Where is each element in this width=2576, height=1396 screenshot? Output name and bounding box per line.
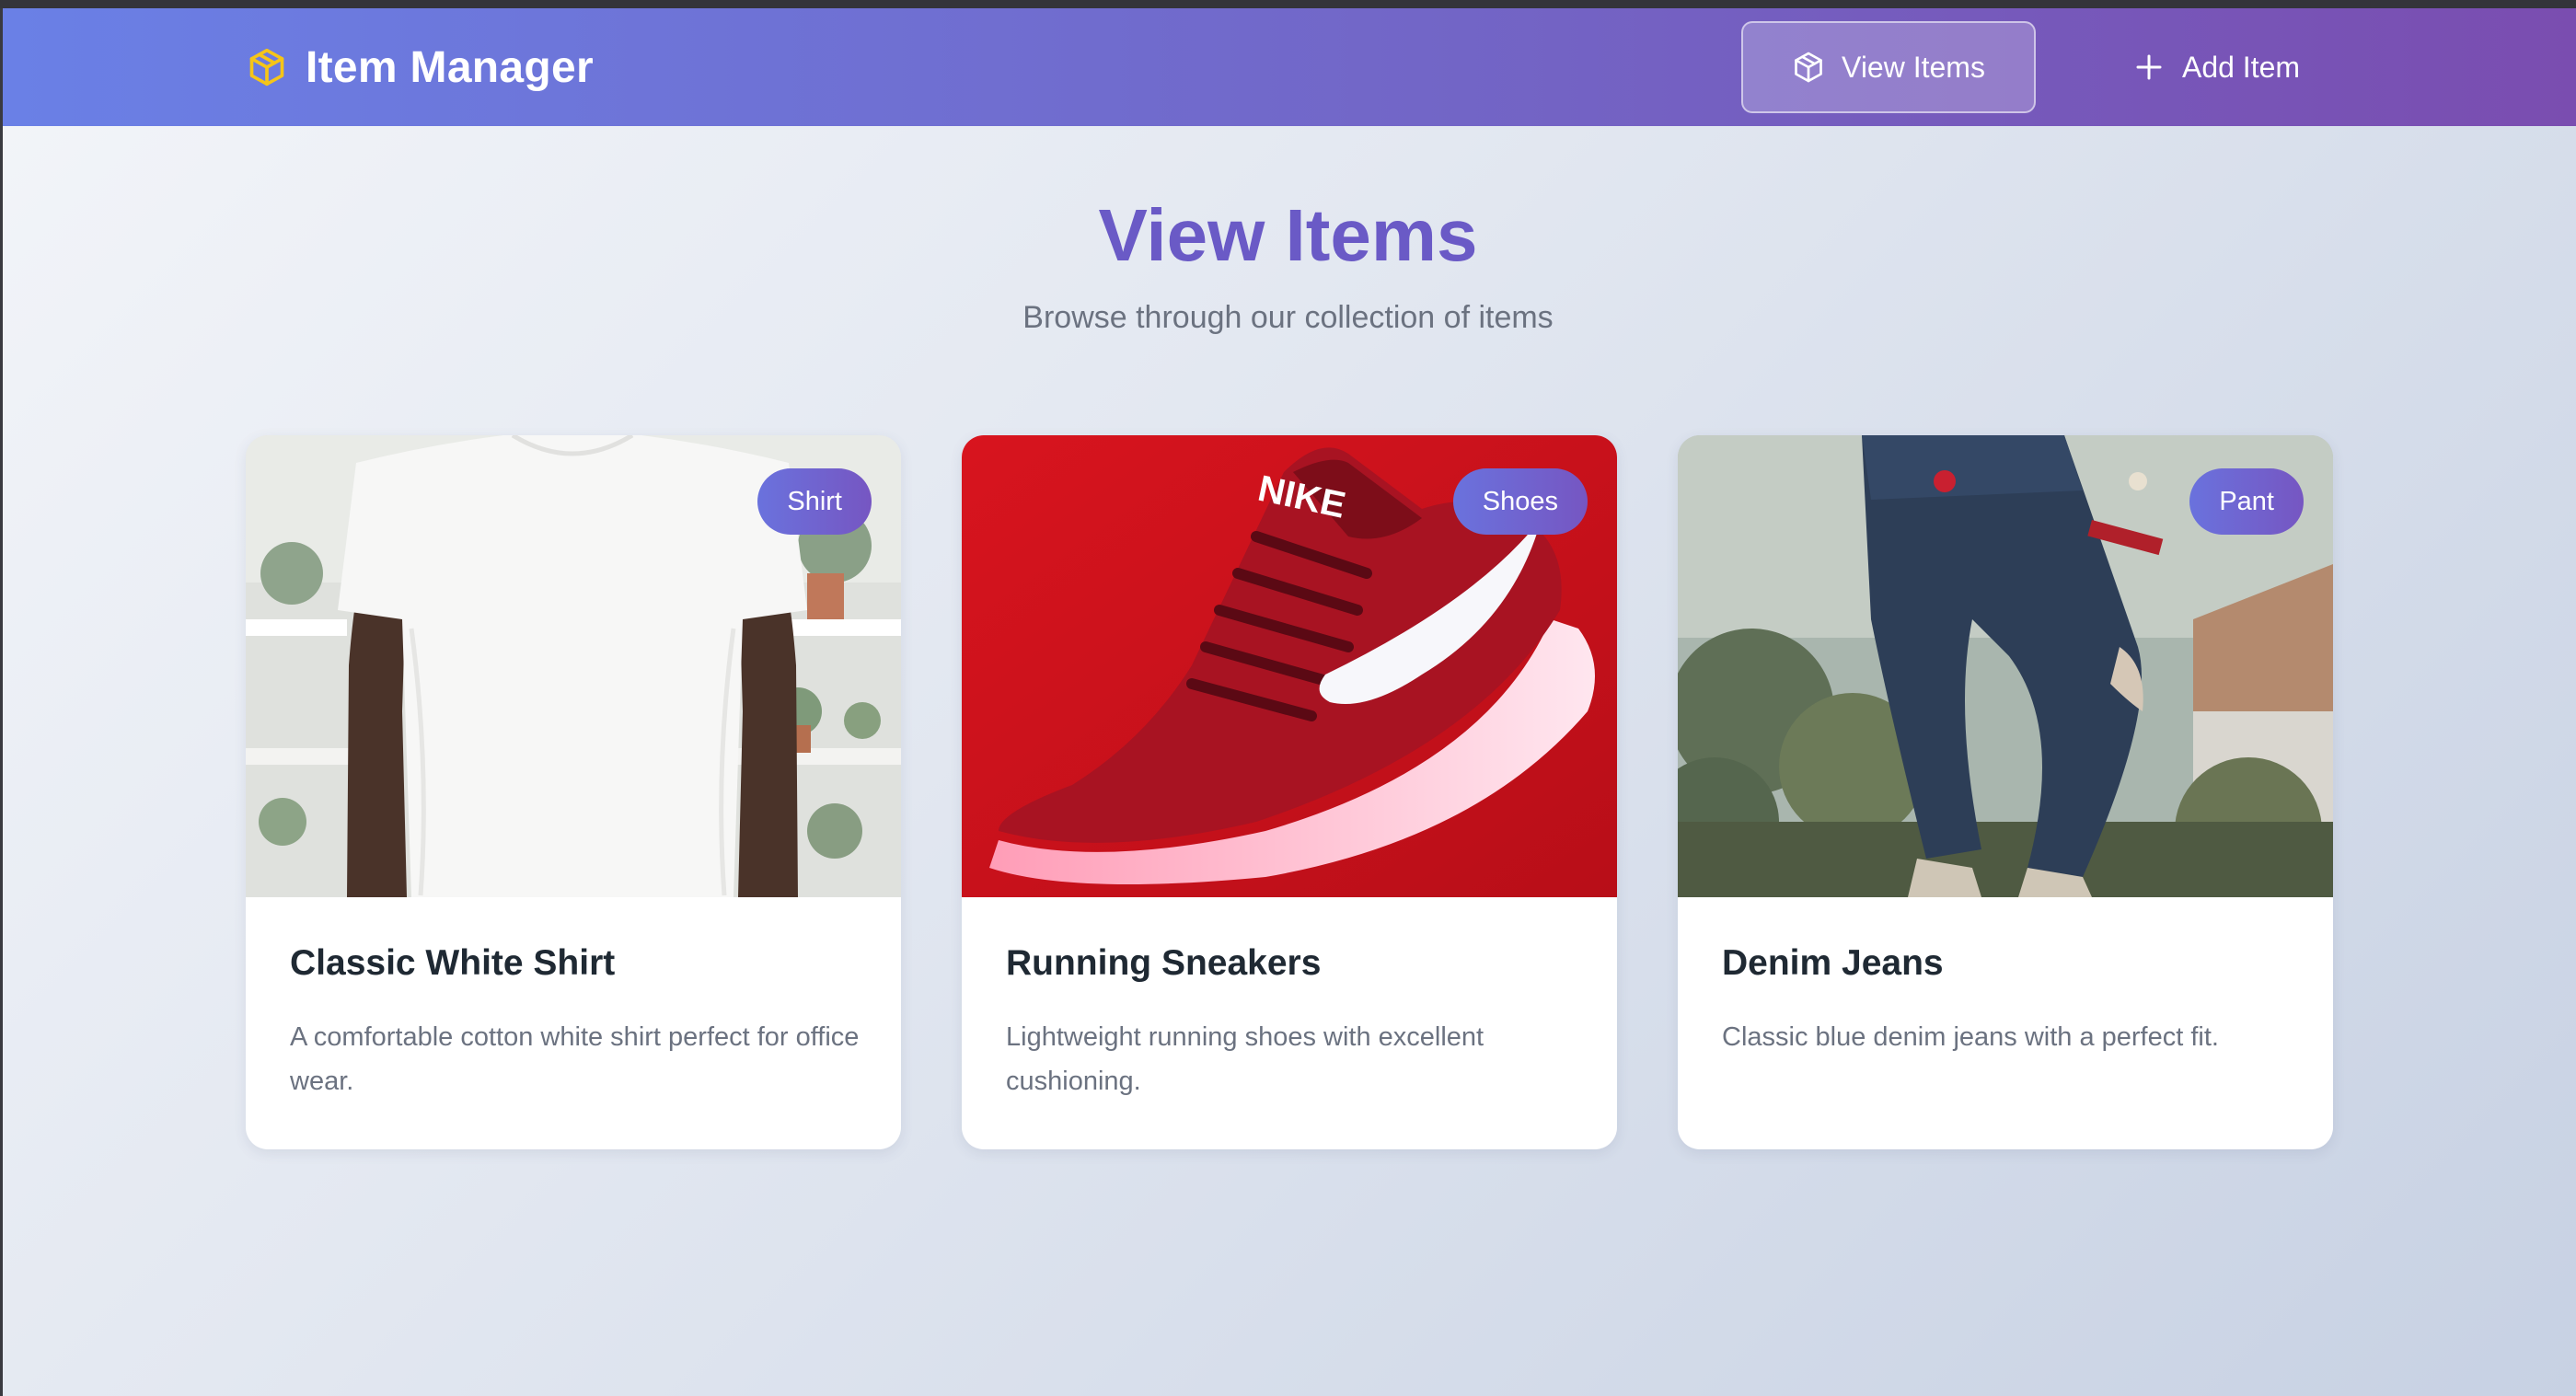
- view-items-label: View Items: [1842, 50, 1985, 84]
- page-title: View Items: [1098, 194, 1478, 276]
- item-description: A comfortable cotton white shirt perfect…: [290, 1022, 860, 1096]
- page-subtitle: Browse through our collection of items: [1022, 300, 1554, 335]
- window-top-border: [0, 0, 2576, 8]
- category-badge: Shirt: [757, 468, 872, 535]
- item-description: Classic blue denim jeans with a perfect …: [1722, 1022, 2219, 1052]
- category-badge: Pant: [2189, 468, 2304, 535]
- item-title: Denim Jeans: [1722, 943, 1944, 983]
- item-title: Running Sneakers: [1006, 943, 1322, 983]
- navbar: Item Manager View Items Add Item: [3, 8, 2576, 126]
- item-title: Classic White Shirt: [290, 943, 616, 983]
- item-card[interactable]: NIKE Shoes Running Sneakers Lightweight …: [962, 435, 1617, 1149]
- cube-icon: [1792, 51, 1825, 84]
- category-badge: Shoes: [1452, 468, 1588, 535]
- app-title: Item Manager: [306, 42, 595, 92]
- cube-icon: [247, 47, 287, 87]
- item-description: Lightweight running shoes with excellent…: [1006, 1022, 1484, 1096]
- add-item-button[interactable]: Add Item: [2101, 21, 2331, 113]
- plus-icon: [2132, 51, 2166, 84]
- view-items-button[interactable]: View Items: [1741, 21, 2036, 113]
- brand[interactable]: Item Manager: [247, 41, 594, 93]
- add-item-label: Add Item: [2181, 50, 2301, 84]
- item-card[interactable]: Pant Denim Jeans Classic blue denim jean…: [1678, 435, 2333, 1149]
- item-card[interactable]: Shirt Classic White Shirt A comfortable …: [246, 435, 901, 1149]
